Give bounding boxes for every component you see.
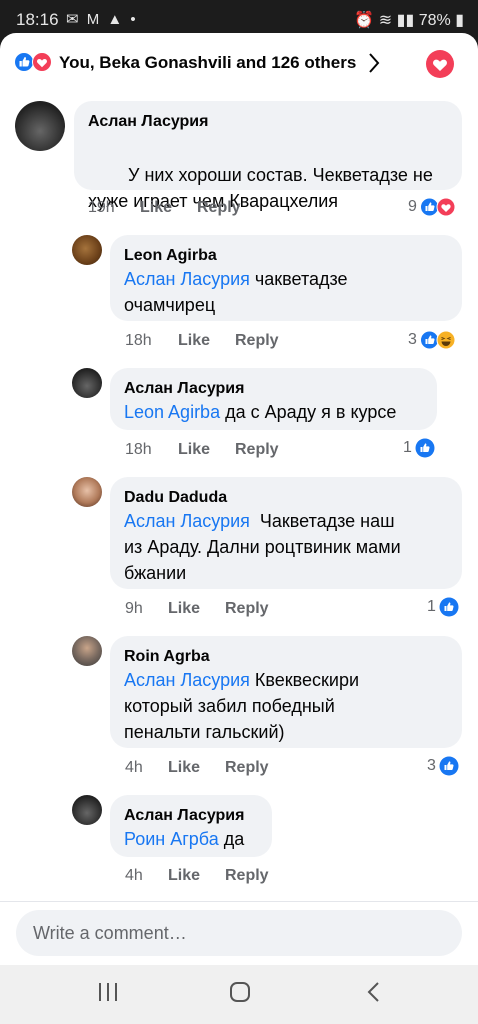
reaction-count-number: 3 <box>408 331 417 348</box>
comment-bubble: Аслан Ласурия Leon Agirba да с Араду я в… <box>110 368 437 430</box>
comments-sheet: You, Beka Gonashvili and 126 others Асла… <box>0 33 478 965</box>
reaction-icons <box>14 52 54 72</box>
comment-reply: Аслан Ласурия Leon Agirba да с Араду я в… <box>0 366 478 476</box>
comment-bubble: Аслан Ласурия У них хороши состав. Чекве… <box>74 101 462 211</box>
reply-button[interactable]: Reply <box>225 867 269 885</box>
comment-text: У них хороши состав. Чекветадзе не хуже … <box>88 136 433 240</box>
avatar[interactable] <box>15 101 65 151</box>
signal-icon: ⏰ ≋ ▮▮ <box>354 12 415 29</box>
comment-author[interactable]: Аслан Ласурия <box>124 380 244 398</box>
like-button[interactable]: Like <box>178 441 210 459</box>
comment-author[interactable]: Roin Agrba <box>124 648 210 666</box>
comment-time: 4h <box>125 867 143 884</box>
reply-button[interactable]: Reply <box>225 759 269 777</box>
reaction-count[interactable]: 3 <box>427 756 459 776</box>
reply-button[interactable]: Reply <box>225 600 269 618</box>
avatar[interactable] <box>72 636 102 666</box>
like-button[interactable]: Like <box>168 600 200 618</box>
comment-bubble: Dadu Daduda Аслан Ласурия Чакветадзе наш… <box>110 477 462 589</box>
comment-reply: Leon Agirba Аслан Ласурия чакветадзе оча… <box>0 231 478 359</box>
comment-bubble: Leon Agirba Аслан Ласурия чакветадзе оча… <box>110 235 462 321</box>
like-icon <box>439 597 459 617</box>
reaction-count[interactable]: 9 <box>408 197 456 217</box>
like-button[interactable]: Like <box>168 867 200 885</box>
comment-body: да с Араду я в курсе <box>220 402 397 422</box>
like-haha-icons <box>419 330 456 350</box>
reaction-count-number: 1 <box>427 598 436 615</box>
mention-link[interactable]: Leon Agirba <box>124 402 220 422</box>
reaction-count-number: 1 <box>403 439 412 456</box>
comment-input[interactable] <box>31 922 435 945</box>
reply-button[interactable]: Reply <box>235 441 279 459</box>
like-icon <box>439 756 459 776</box>
comment-input-box[interactable] <box>16 910 462 956</box>
comment-time: 9h <box>125 600 143 617</box>
back-icon[interactable] <box>366 981 382 1008</box>
status-time: 18:16 <box>16 10 59 29</box>
battery-icon: ▮ <box>455 12 464 29</box>
reactions-summary[interactable]: You, Beka Gonashvili and 126 others <box>59 53 356 73</box>
like-button[interactable]: Like <box>140 199 172 217</box>
mention-link[interactable]: Аслан Ласурия <box>124 670 250 690</box>
comment-author[interactable]: Leon Agirba <box>124 247 217 265</box>
comment-text: Аслан Ласурия Чакветадзе наш из Араду. Д… <box>124 508 401 586</box>
status-right: ⏰ ≋ ▮▮ 78% ▮ <box>354 10 464 30</box>
comment-time: 18h <box>125 441 152 458</box>
reaction-count[interactable]: 1 <box>403 438 435 458</box>
reply-button[interactable]: Reply <box>235 332 279 350</box>
comment-reply: Аслан Ласурия Роин Агрба да 4h Like Repl… <box>0 793 478 893</box>
comment-time: 4h <box>125 759 143 776</box>
comment-author[interactable]: Dadu Daduda <box>124 489 227 507</box>
avatar[interactable] <box>72 235 102 265</box>
avatar[interactable] <box>72 368 102 398</box>
comment-author[interactable]: Аслан Ласурия <box>88 113 208 131</box>
comment-bubble: Roin Agrba Аслан Ласурия Квеквескири кот… <box>110 636 462 748</box>
comment-text: Leon Agirba да с Араду я в курсе <box>124 399 396 425</box>
system-navigation-bar <box>0 965 478 1024</box>
reaction-count-number: 9 <box>408 198 417 215</box>
comment-text: Роин Агрба да <box>124 826 244 852</box>
recent-apps-icon[interactable] <box>97 981 119 1008</box>
reply-button[interactable]: Reply <box>197 199 241 217</box>
comment-text: Аслан Ласурия чакветадзе очамчирец <box>124 266 348 318</box>
reaction-count-number: 3 <box>427 757 436 774</box>
mention-link[interactable]: Роин Агрба <box>124 829 219 849</box>
mention-link[interactable]: Аслан Ласурия <box>124 269 250 289</box>
like-icon <box>415 438 435 458</box>
reaction-count[interactable]: 1 <box>427 597 459 617</box>
comment-text: Аслан Ласурия Квеквескири который забил … <box>124 667 359 745</box>
comment-body: да <box>218 829 245 849</box>
avatar[interactable] <box>72 795 102 825</box>
comment-author[interactable]: Аслан Ласурия <box>124 807 244 825</box>
comment-time: 19h <box>88 199 115 216</box>
comment-time: 18h <box>125 332 152 349</box>
comment-composer <box>0 901 478 965</box>
chevron-right-icon[interactable] <box>367 51 381 80</box>
love-reaction-button[interactable] <box>425 49 455 84</box>
notification-icons: ✉ M ▲ • <box>66 11 138 28</box>
like-button[interactable]: Like <box>178 332 210 350</box>
comment-bubble: Аслан Ласурия Роин Агрба да <box>110 795 272 857</box>
comment-reply: Dadu Daduda Аслан Ласурия Чакветадзе наш… <box>0 475 478 625</box>
comment: Аслан Ласурия У них хороши состав. Чекве… <box>0 97 478 227</box>
battery-level: 78% <box>418 12 451 29</box>
like-love-icons <box>419 197 456 217</box>
mention-link[interactable]: Аслан Ласурия <box>124 511 250 531</box>
reactions-header[interactable]: You, Beka Gonashvili and 126 others <box>0 33 478 91</box>
like-button[interactable]: Like <box>168 759 200 777</box>
comment-reply: Roin Agrba Аслан Ласурия Квеквескири кот… <box>0 634 478 784</box>
home-icon[interactable] <box>229 981 251 1008</box>
avatar[interactable] <box>72 477 102 507</box>
reaction-count[interactable]: 3 <box>408 330 456 350</box>
